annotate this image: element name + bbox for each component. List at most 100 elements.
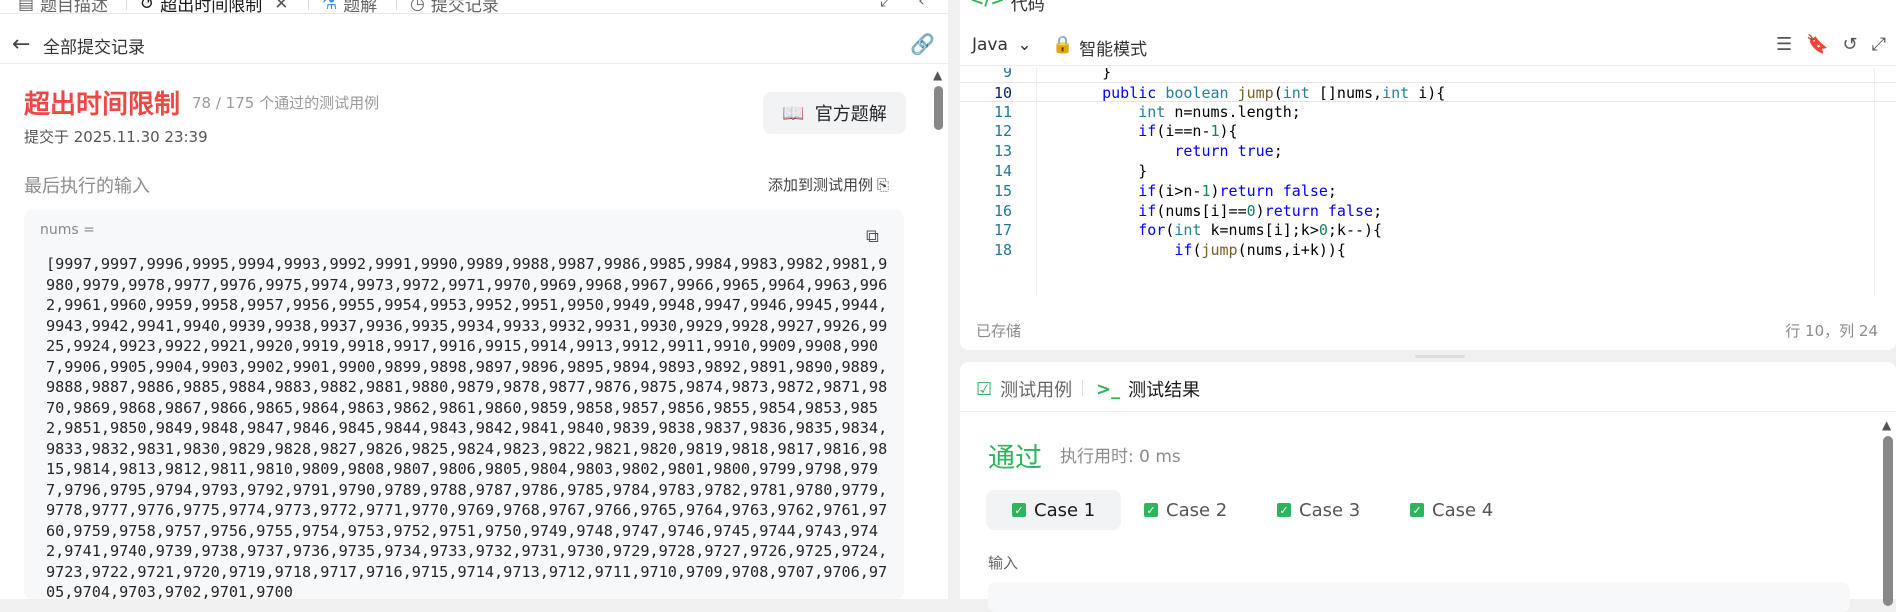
scroll-up-icon[interactable]: ▲ bbox=[1882, 418, 1891, 432]
case-2-tab[interactable]: ✓ Case 2 bbox=[1118, 490, 1253, 530]
copy-icon[interactable]: ⧉ bbox=[866, 226, 879, 247]
variable-name: nums = bbox=[40, 222, 95, 238]
code-text: if(i>n-1)return false; bbox=[1138, 181, 1337, 200]
panel-resizer[interactable] bbox=[950, 0, 958, 599]
test-results-panel: ☑ 测试用例 >_ 测试结果 通过 执行用时: 0 ms ✓ Case 1 ✓ … bbox=[960, 362, 1896, 612]
language-select[interactable]: Java ⌄ bbox=[972, 35, 1032, 55]
back-bar: ← 全部提交记录 🔗 bbox=[0, 24, 948, 64]
case-4-tab[interactable]: ✓ Case 4 bbox=[1384, 490, 1519, 530]
results-scrollbar[interactable]: ▲ bbox=[1882, 418, 1894, 606]
code-icon: </> bbox=[970, 0, 1005, 10]
checkbox-icon: ☑ bbox=[976, 378, 993, 400]
clock-icon: ◷ bbox=[410, 0, 425, 14]
share-link-icon[interactable]: 🔗 bbox=[910, 32, 935, 56]
code-text: if(jump(nums,i+k)){ bbox=[1174, 241, 1346, 260]
check-icon: ✓ bbox=[1277, 503, 1291, 517]
line-number: 11 bbox=[993, 102, 1012, 121]
left-tabbar: ▤ 题目描述 ↺ 超出时间限制 ✕ ⚗ 题解 ◷ 提交记录 ⤢ ‹ bbox=[0, 0, 948, 14]
case-input-label: 输入 bbox=[988, 554, 1019, 572]
tab-testcase[interactable]: ☑ 测试用例 bbox=[976, 376, 1072, 402]
maximize-icon[interactable]: ⤢ bbox=[880, 0, 894, 11]
bookmark-icon[interactable]: 🔖 bbox=[1806, 34, 1828, 55]
add-to-testcase-button[interactable]: 添加到测试用例 ⎘ bbox=[768, 174, 889, 195]
code-line[interactable]: 14 } bbox=[960, 161, 1896, 181]
scroll-thumb[interactable] bbox=[934, 86, 943, 130]
code-area[interactable]: 9 } 10 public boolean jump(int []nums,int… bbox=[960, 68, 1896, 296]
code-line[interactable]: 9 } bbox=[960, 68, 1896, 82]
code-editor-panel: </> 代码 Java ⌄ 🔒 智能模式 ☰ 🔖 ↺ ⤢ 9 } 10 publi… bbox=[960, 0, 1896, 350]
lock-icon: 🔒 bbox=[1052, 35, 1074, 55]
check-icon: ✓ bbox=[1410, 503, 1424, 517]
code-line[interactable]: 18 if(jump(nums,i+k)){ bbox=[960, 240, 1896, 260]
vertical-resizer[interactable] bbox=[1415, 355, 1465, 358]
back-arrow-icon[interactable]: ← bbox=[12, 32, 30, 57]
smart-mode-toggle[interactable]: 🔒 智能模式 bbox=[1052, 35, 1147, 60]
line-number: 16 bbox=[993, 201, 1012, 220]
tab-submissions[interactable]: ◷ 提交记录 bbox=[410, 0, 499, 14]
line-number: 10 bbox=[993, 83, 1012, 102]
line-number: 17 bbox=[993, 221, 1012, 240]
results-tabbar: ☑ 测试用例 >_ 测试结果 bbox=[960, 362, 1896, 412]
flask-icon: ⚗ bbox=[322, 0, 338, 14]
code-text: } bbox=[1066, 162, 1148, 180]
code-line[interactable]: 15 if(i>n-1)return false; bbox=[960, 181, 1896, 201]
line-number: 9 bbox=[1002, 68, 1012, 81]
case-3-tab[interactable]: ✓ Case 3 bbox=[1251, 490, 1386, 530]
scroll-up-icon[interactable]: ▲ bbox=[933, 68, 942, 82]
history-icon: ↺ bbox=[140, 0, 155, 14]
close-icon[interactable]: ✕ bbox=[274, 0, 288, 13]
code-line[interactable]: 11 int n=nums.length; bbox=[960, 102, 1896, 122]
submission-status: 超出时间限制 bbox=[24, 90, 181, 120]
code-text: return true; bbox=[1174, 142, 1283, 161]
fullscreen-icon[interactable]: ⤢ bbox=[1872, 34, 1886, 55]
check-icon: ✓ bbox=[1012, 503, 1026, 517]
book-icon: 📖 bbox=[782, 102, 805, 124]
scroll-thumb[interactable] bbox=[1883, 436, 1893, 606]
result-status: 通过 bbox=[988, 443, 1042, 474]
official-solution-button[interactable]: 📖 官方题解 bbox=[763, 92, 906, 134]
case-input-box bbox=[988, 582, 1850, 612]
minimap[interactable] bbox=[1874, 68, 1892, 296]
input-value: [9997,9997,9996,9995,9994,9993,9992,9991… bbox=[46, 255, 888, 599]
cursor-position: 行 10，列 24 bbox=[1785, 322, 1878, 340]
code-line[interactable]: 12 if(i==n-1){ bbox=[960, 121, 1896, 141]
format-icon[interactable]: ☰ bbox=[1776, 34, 1792, 55]
code-line[interactable]: 10 public boolean jump(int []nums,int i)… bbox=[960, 81, 1896, 102]
case-1-tab[interactable]: ✓ Case 1 bbox=[986, 490, 1122, 530]
terminal-icon: >_ bbox=[1096, 378, 1121, 400]
left-scrollbar[interactable]: ▲ bbox=[932, 68, 944, 599]
line-number: 18 bbox=[993, 241, 1012, 260]
code-text: } bbox=[1066, 68, 1112, 81]
tab-solutions[interactable]: ⚗ 题解 bbox=[322, 0, 377, 14]
submit-time: 提交于 2025.11.30 23:39 bbox=[24, 128, 208, 146]
code-text: if(i==n-1){ bbox=[1138, 122, 1238, 141]
last-input-label: 最后执行的输入 bbox=[24, 176, 150, 197]
code-text: for(int k=nums[i];k>0;k--){ bbox=[1138, 221, 1383, 240]
document-icon: ▤ bbox=[18, 0, 35, 14]
code-text: public boolean jump(int []nums,int i){ bbox=[1102, 83, 1446, 102]
code-line[interactable]: 16 if(nums[i]==0)return false; bbox=[960, 201, 1896, 221]
code-line[interactable]: 17 for(int k=nums[i];k>0;k--){ bbox=[960, 220, 1896, 240]
editor-toolbar: Java ⌄ 🔒 智能模式 ☰ 🔖 ↺ ⤢ bbox=[960, 26, 1896, 66]
code-line[interactable]: 13 return true; bbox=[960, 141, 1896, 161]
line-number: 15 bbox=[993, 181, 1012, 200]
editor-statusbar: 已存储 行 10，列 24 bbox=[960, 318, 1896, 342]
all-submissions-link[interactable]: 全部提交记录 bbox=[43, 33, 145, 58]
submission-panel: ▤ 题目描述 ↺ 超出时间限制 ✕ ⚗ 题解 ◷ 提交记录 ⤢ ‹ ← 全部提交… bbox=[0, 0, 948, 599]
last-input-box: nums = ⧉ [9997,9997,9996,9995,9994,9993,… bbox=[24, 210, 904, 599]
code-text: int n=nums.length; bbox=[1138, 102, 1301, 121]
chevron-down-icon: ⌄ bbox=[1017, 35, 1032, 55]
reset-icon[interactable]: ↺ bbox=[1843, 34, 1858, 55]
editor-tools: ☰ 🔖 ↺ ⤢ bbox=[1776, 34, 1886, 55]
tab-test-result[interactable]: >_ 测试结果 bbox=[1096, 376, 1200, 402]
line-number: 14 bbox=[993, 162, 1012, 180]
passed-count: 78 / 175 个通过的测试用例 bbox=[192, 94, 380, 112]
tab-submission-result[interactable]: ↺ 超出时间限制 ✕ bbox=[140, 0, 289, 14]
collapse-icon[interactable]: ‹ bbox=[918, 0, 925, 11]
check-icon: ✓ bbox=[1144, 503, 1158, 517]
line-number: 12 bbox=[993, 122, 1012, 141]
line-number: 13 bbox=[993, 142, 1012, 161]
code-text: if(nums[i]==0)return false; bbox=[1138, 201, 1383, 220]
tab-description[interactable]: ▤ 题目描述 bbox=[18, 0, 108, 14]
add-file-icon: ⎘ bbox=[877, 175, 890, 194]
